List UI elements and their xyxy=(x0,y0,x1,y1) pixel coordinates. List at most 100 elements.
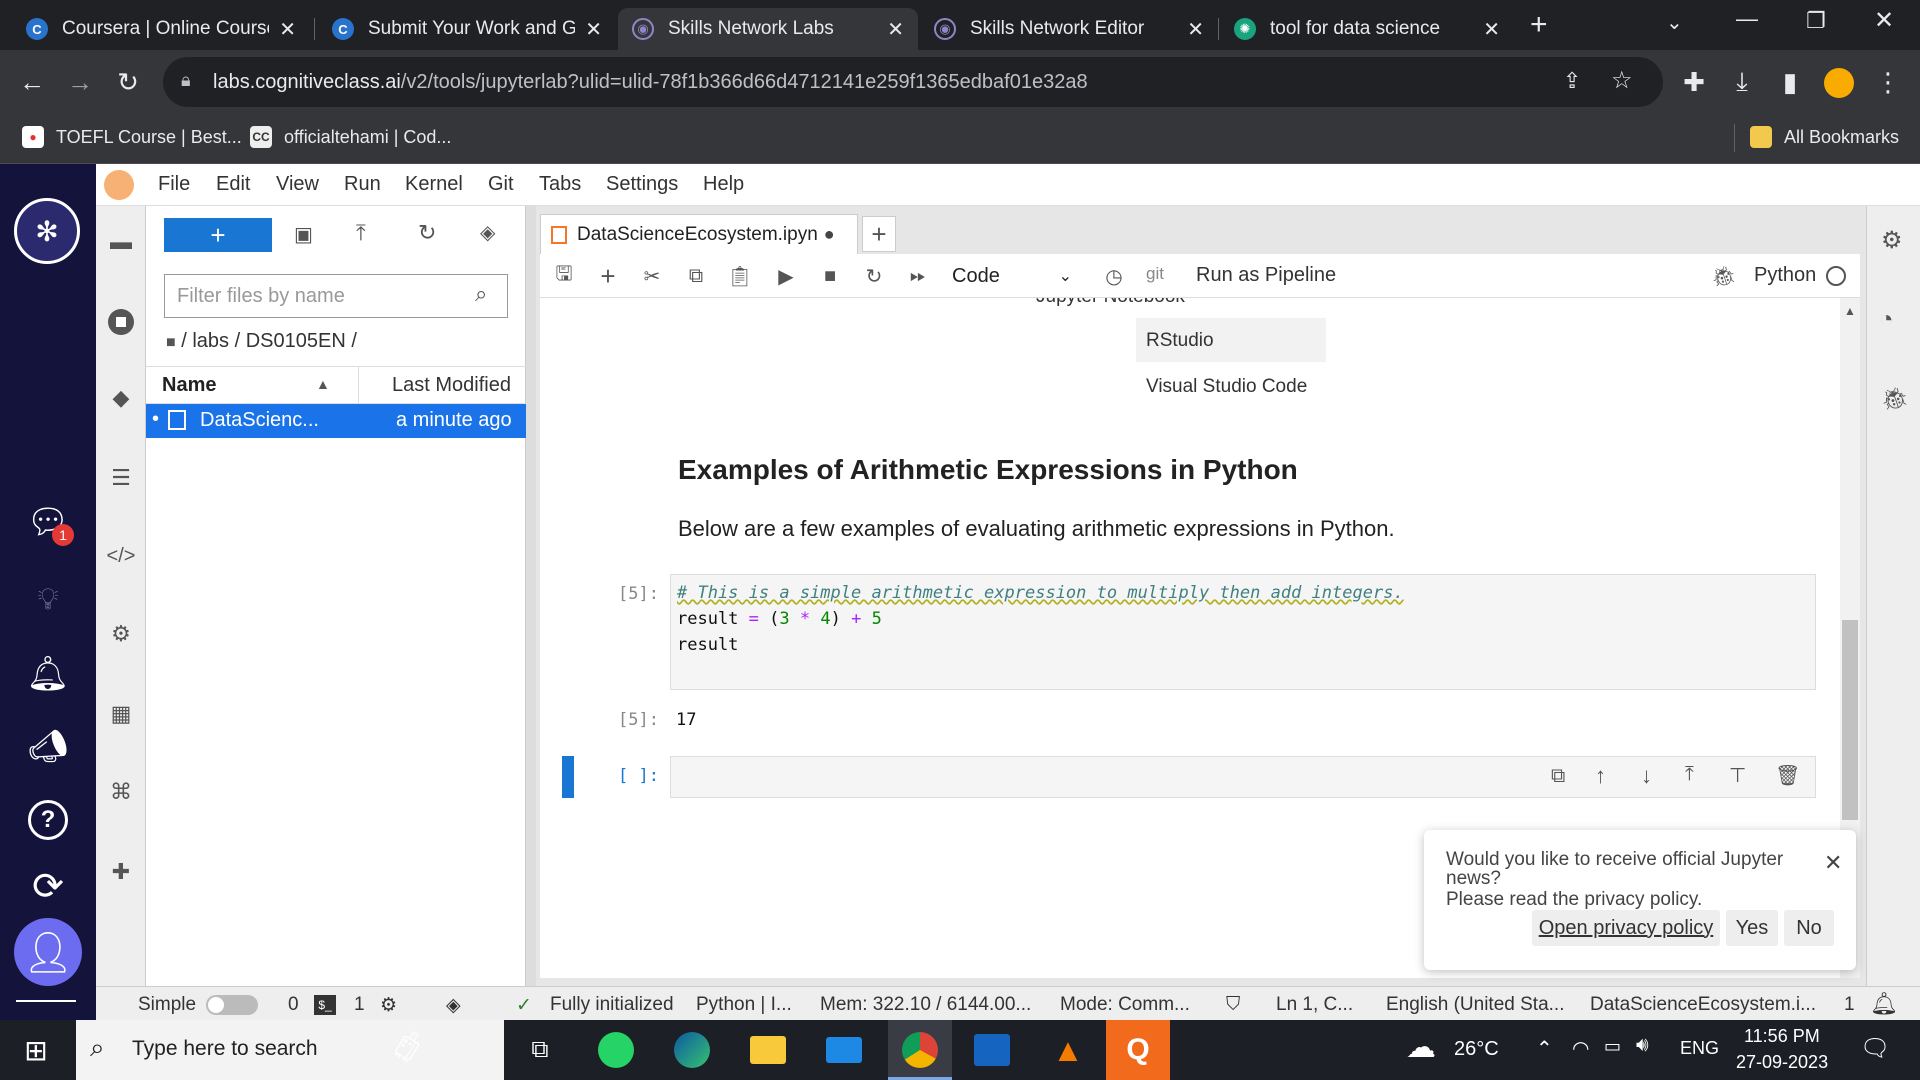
browser-tab-coursera[interactable]: C Coursera | Online Course ✕ xyxy=(12,8,310,50)
side-panel-icon[interactable]: ▮ xyxy=(1772,64,1808,100)
fast-forward-icon[interactable]: ⏩︎ xyxy=(904,262,932,290)
chrome-taskbar-button[interactable] xyxy=(888,1020,952,1080)
tab-search-icon[interactable]: ⌄ xyxy=(1666,10,1683,35)
task-view-icon[interactable]: ⧉ xyxy=(518,1030,562,1070)
file-explorer-icon[interactable] xyxy=(750,1036,786,1064)
close-tab-icon[interactable]: ✕ xyxy=(1187,17,1204,42)
scroll-up-arrow-icon[interactable]: ▲ xyxy=(1844,304,1856,318)
close-icon[interactable]: ✕ xyxy=(1824,850,1842,876)
filter-files-input[interactable]: Filter files by name ⌕ xyxy=(164,274,508,318)
bookmark-star-icon[interactable]: ☆ xyxy=(1611,66,1633,95)
property-inspector-gears-icon[interactable]: ⚙ xyxy=(1881,226,1903,255)
upload-icon[interactable]: ⤒ xyxy=(356,220,366,246)
debugger-bug-icon[interactable]: 🐞︎ xyxy=(1881,386,1909,412)
code-snippets-icon[interactable]: </> xyxy=(105,540,137,572)
windows-start-icon[interactable]: ⊞ xyxy=(14,1030,58,1070)
menu-run[interactable]: Run xyxy=(344,173,381,196)
insert-above-icon[interactable]: ⤒ xyxy=(1685,763,1694,786)
menu-edit[interactable]: Edit xyxy=(216,173,250,196)
column-last-modified[interactable]: Last Modified xyxy=(392,374,511,397)
spellcheck-language[interactable]: English (United Sta... xyxy=(1386,994,1564,1016)
cursor-position[interactable]: Ln 1, C... xyxy=(1276,994,1353,1016)
temperature[interactable]: 26°C xyxy=(1454,1038,1499,1061)
cut-icon[interactable]: ✂ xyxy=(638,262,666,290)
user-avatar[interactable]: 👤︎ xyxy=(14,918,82,986)
help-icon[interactable]: ? xyxy=(24,796,72,844)
delete-cell-icon[interactable]: 🗑︎ xyxy=(1775,763,1800,788)
chevron-up-icon[interactable]: ⌃ xyxy=(1536,1036,1553,1061)
restart-icon[interactable]: ↻ xyxy=(860,262,888,290)
no-button[interactable]: No xyxy=(1784,910,1834,946)
battery-icon[interactable]: ▭ xyxy=(1604,1036,1621,1057)
address-bar[interactable]: 🔒︎ labs.cognitiveclass.ai/v2/tools/jupyt… xyxy=(163,57,1663,107)
unsaved-dot-icon[interactable]: ● xyxy=(824,224,835,245)
bell-icon[interactable]: 🔔︎ xyxy=(24,650,72,698)
extension-manager-icon[interactable]: ✚ xyxy=(105,856,137,888)
extensions-icon[interactable]: ✚ xyxy=(1676,64,1712,100)
action-center-icon[interactable]: 🗨︎ xyxy=(1860,1034,1890,1063)
reload-icon[interactable]: ↻ xyxy=(110,64,146,100)
gauge-icon[interactable]: ◔ xyxy=(1879,306,1894,334)
kernel-name[interactable]: Python xyxy=(1754,264,1816,287)
skills-network-logo[interactable]: ✻ xyxy=(14,198,80,264)
move-down-icon[interactable]: ↓ xyxy=(1641,763,1652,789)
clock-icon[interactable]: ◷ xyxy=(1100,262,1128,290)
menu-help[interactable]: Help xyxy=(703,173,744,196)
new-tab-plus-icon[interactable]: + xyxy=(862,216,896,252)
close-tab-icon[interactable]: ✕ xyxy=(1483,17,1500,42)
insert-cell-icon[interactable]: + xyxy=(594,261,622,291)
sync-icon[interactable]: ⟳ xyxy=(24,862,72,910)
new-folder-icon[interactable]: ▣ xyxy=(294,222,313,247)
close-tab-icon[interactable]: ✕ xyxy=(585,17,602,42)
copy-icon[interactable]: ⧉ xyxy=(682,262,710,290)
insert-below-icon[interactable]: ⊤ xyxy=(1729,763,1746,788)
whatsapp-icon[interactable] xyxy=(598,1032,634,1068)
browser-tab-submit-work[interactable]: C Submit Your Work and Gr ✕ xyxy=(318,8,616,50)
restore-icon[interactable]: ❐ xyxy=(1806,8,1826,34)
lightbulb-icon[interactable]: 💡︎ xyxy=(24,576,72,624)
git-icon[interactable]: ◆ xyxy=(105,382,137,414)
extensions-grid-icon[interactable]: ⌘ xyxy=(105,776,137,808)
panel-splitter[interactable] xyxy=(526,206,536,986)
yes-button[interactable]: Yes xyxy=(1726,910,1778,946)
photos-icon[interactable] xyxy=(974,1034,1010,1066)
bookmark-officialtehami[interactable]: CC officialtehami | Cod... xyxy=(250,126,451,148)
mail-icon[interactable] xyxy=(826,1037,862,1063)
notification-bell-icon[interactable]: 🔔︎ xyxy=(1870,991,1898,1017)
clock-time[interactable]: 11:56 PM xyxy=(1744,1026,1820,1047)
menu-kernel[interactable]: Kernel xyxy=(405,173,463,196)
git-diamond-icon[interactable]: ◈ xyxy=(446,994,461,1017)
wifi-icon[interactable]: ◠ xyxy=(1572,1036,1589,1061)
kernel-count[interactable]: 1 xyxy=(354,994,365,1016)
browser-tab-skills-network-labs[interactable]: ◉ Skills Network Labs ✕ xyxy=(618,8,918,50)
terminal-count[interactable]: 0 xyxy=(288,994,299,1016)
share-icon[interactable]: ⇪ xyxy=(1563,68,1581,94)
minimize-icon[interactable]: — xyxy=(1736,6,1758,32)
duplicate-cell-icon[interactable]: ⧉ xyxy=(1551,765,1565,788)
edge-icon[interactable] xyxy=(674,1032,710,1068)
profile-avatar[interactable] xyxy=(1824,68,1854,98)
menu-file[interactable]: File xyxy=(158,173,190,196)
open-privacy-policy-button[interactable]: Open privacy policy xyxy=(1532,910,1720,946)
browser-tab-skills-network-editor[interactable]: ◉ Skills Network Editor ✕ xyxy=(920,8,1218,50)
running-kernels-icon[interactable] xyxy=(105,306,137,338)
menu-view[interactable]: View xyxy=(276,173,319,196)
save-icon[interactable]: 🖫︎ xyxy=(550,262,578,290)
chrome-menu-icon[interactable]: ⋮ xyxy=(1870,64,1906,100)
clock-date[interactable]: 27-09-2023 xyxy=(1736,1052,1828,1073)
refresh-icon[interactable]: ↻ xyxy=(418,220,436,246)
taskbar-search-box[interactable]: ⌕ Type here to search 🧳︎ xyxy=(76,1020,504,1080)
all-bookmarks[interactable]: All Bookmarks xyxy=(1750,126,1899,148)
file-row[interactable]: • DataScienc... a minute ago xyxy=(146,404,526,438)
cell-type-select[interactable]: Code ⌄ xyxy=(942,260,1082,292)
notebook-tab[interactable]: DataScienceEcosystem.ipyn ● xyxy=(540,214,858,254)
column-name[interactable]: Name xyxy=(162,374,216,397)
scrollbar-thumb[interactable] xyxy=(1842,620,1858,820)
menu-settings[interactable]: Settings xyxy=(606,173,678,196)
megaphone-icon[interactable]: 📣︎ xyxy=(24,722,72,770)
kernel-status[interactable]: Python | I... xyxy=(696,994,792,1016)
debug-bug-icon[interactable]: 🐞︎ xyxy=(1710,262,1738,290)
stop-icon[interactable]: ■ xyxy=(816,262,844,290)
volume-icon[interactable]: 🔊︎ xyxy=(1636,1034,1649,1057)
run-icon[interactable]: ▶ xyxy=(772,262,800,290)
